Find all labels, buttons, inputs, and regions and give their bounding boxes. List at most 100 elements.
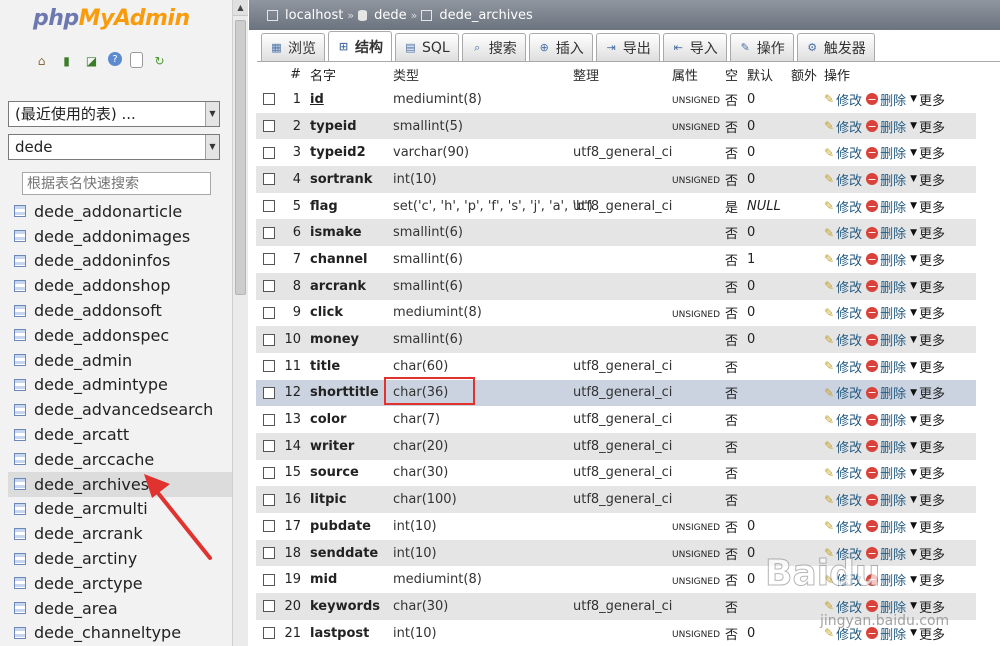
edit-action[interactable]: ✎ 修改 <box>824 330 862 350</box>
edit-action[interactable]: ✎ 修改 <box>824 143 862 163</box>
row-checkbox[interactable] <box>263 547 275 560</box>
row-checkbox[interactable] <box>263 520 275 533</box>
table-list-item[interactable]: dede_arcatt <box>8 422 232 447</box>
more-action[interactable]: ▼ 更多 <box>910 90 945 109</box>
table-list-item[interactable]: dede_area <box>8 596 232 621</box>
table-list-item[interactable]: dede_arccache <box>8 447 232 472</box>
edit-action[interactable]: ✎ 修改 <box>824 90 862 109</box>
edit-action[interactable]: ✎ 修改 <box>824 597 862 616</box>
table-list-item[interactable]: dede_advancedsearch <box>8 397 232 422</box>
edit-action[interactable]: ✎ 修改 <box>824 544 862 563</box>
drop-action[interactable]: − 删除 <box>866 357 906 376</box>
database-select[interactable]: dede ▼ <box>8 134 220 160</box>
edit-action[interactable]: ✎ 修改 <box>824 303 862 323</box>
row-checkbox[interactable] <box>263 226 275 239</box>
row-checkbox[interactable] <box>263 200 275 213</box>
more-action[interactable]: ▼ 更多 <box>910 463 945 482</box>
row-checkbox[interactable] <box>263 440 275 453</box>
tab-import[interactable]: ⇤ 导入 <box>662 33 727 61</box>
tab-wrench[interactable]: ✎ 操作 <box>729 33 794 61</box>
table-list-item[interactable]: dede_admintype <box>8 373 232 398</box>
more-action[interactable]: ▼ 更多 <box>910 517 945 536</box>
more-action[interactable]: ▼ 更多 <box>910 383 945 402</box>
row-checkbox[interactable] <box>263 280 275 293</box>
table-list-item[interactable]: dede_channeltype <box>8 621 232 646</box>
more-action[interactable]: ▼ 更多 <box>910 437 945 456</box>
recent-tables-select[interactable]: (最近使用的表) ... ▼ <box>8 101 220 127</box>
row-checkbox[interactable] <box>263 360 275 373</box>
reload-icon[interactable]: ↻ <box>151 52 168 69</box>
row-checkbox[interactable] <box>263 120 275 133</box>
more-action[interactable]: ▼ 更多 <box>910 597 945 616</box>
edit-action[interactable]: ✎ 修改 <box>824 437 862 456</box>
drop-action[interactable]: − 删除 <box>866 170 906 189</box>
row-checkbox[interactable] <box>263 600 275 613</box>
drop-action[interactable]: − 删除 <box>866 624 906 643</box>
drop-action[interactable]: − 删除 <box>866 517 906 536</box>
breadcrumb-table[interactable]: dede_archives <box>439 8 533 23</box>
drop-action[interactable]: − 删除 <box>866 570 906 589</box>
more-action[interactable]: ▼ 更多 <box>910 490 945 509</box>
drop-action[interactable]: − 删除 <box>866 544 906 563</box>
drop-action[interactable]: − 删除 <box>866 437 906 456</box>
table-list-item[interactable]: dede_arctiny <box>8 546 232 571</box>
more-action[interactable]: ▼ 更多 <box>910 570 945 589</box>
drop-action[interactable]: − 删除 <box>866 410 906 429</box>
row-checkbox[interactable] <box>263 306 275 319</box>
edit-action[interactable]: ✎ 修改 <box>824 170 862 189</box>
row-checkbox[interactable] <box>263 93 275 106</box>
scrollbar-thumb[interactable] <box>235 20 246 295</box>
row-checkbox[interactable] <box>263 493 275 506</box>
edit-action[interactable]: ✎ 修改 <box>824 570 862 590</box>
more-action[interactable]: ▼ 更多 <box>910 223 945 242</box>
tab-structure[interactable]: ⊞ 结构 <box>328 31 392 61</box>
edit-action[interactable]: ✎ 修改 <box>824 277 862 296</box>
drop-action[interactable]: − 删除 <box>866 463 906 482</box>
documentation-icon[interactable] <box>130 52 143 68</box>
more-action[interactable]: ▼ 更多 <box>910 170 945 189</box>
row-checkbox[interactable] <box>263 627 275 640</box>
edit-action[interactable]: ✎ 修改 <box>824 463 862 483</box>
row-checkbox[interactable] <box>263 386 275 399</box>
table-list-item[interactable]: dede_addonimages <box>8 224 232 249</box>
help-icon[interactable]: ? <box>108 52 122 66</box>
edit-action[interactable]: ✎ 修改 <box>824 357 862 376</box>
drop-action[interactable]: − 删除 <box>866 383 906 402</box>
table-list-item[interactable]: dede_arctype <box>8 571 232 596</box>
row-checkbox[interactable] <box>263 573 275 586</box>
tab-export[interactable]: ⇥ 导出 <box>595 33 660 61</box>
tab-browse[interactable]: ▦ 浏览 <box>261 33 325 61</box>
logout-icon[interactable]: ▮ <box>58 52 75 69</box>
row-checkbox[interactable] <box>263 333 275 346</box>
tab-search[interactable]: ⌕ 搜索 <box>461 33 526 61</box>
edit-action[interactable]: ✎ 修改 <box>824 517 862 536</box>
nav-scrollbar[interactable]: ▲ <box>232 0 248 646</box>
drop-action[interactable]: − 删除 <box>866 117 906 136</box>
more-action[interactable]: ▼ 更多 <box>910 303 945 322</box>
more-action[interactable]: ▼ 更多 <box>910 544 945 563</box>
chevron-down-icon[interactable]: ▼ <box>205 102 219 126</box>
more-action[interactable]: ▼ 更多 <box>910 197 945 216</box>
table-list-item[interactable]: dede_arcmulti <box>8 497 232 522</box>
drop-action[interactable]: − 删除 <box>866 277 906 296</box>
row-checkbox[interactable] <box>263 253 275 266</box>
edit-action[interactable]: ✎ 修改 <box>824 197 862 216</box>
chevron-down-icon[interactable]: ▼ <box>205 135 219 159</box>
edit-action[interactable]: ✎ 修改 <box>824 624 862 643</box>
more-action[interactable]: ▼ 更多 <box>910 117 945 136</box>
row-checkbox[interactable] <box>263 466 275 479</box>
table-list-item[interactable]: dede_addonarticle <box>8 199 232 224</box>
table-list-item[interactable]: dede_addonshop <box>8 273 232 298</box>
edit-action[interactable]: ✎ 修改 <box>824 410 862 430</box>
drop-action[interactable]: − 删除 <box>866 143 906 162</box>
breadcrumb-database[interactable]: dede <box>374 8 407 23</box>
table-list-item[interactable]: dede_addonspec <box>8 323 232 348</box>
more-action[interactable]: ▼ 更多 <box>910 277 945 296</box>
home-icon[interactable]: ⌂ <box>33 52 50 69</box>
more-action[interactable]: ▼ 更多 <box>910 410 945 429</box>
drop-action[interactable]: − 删除 <box>866 597 906 616</box>
edit-action[interactable]: ✎ 修改 <box>824 383 862 403</box>
table-list-item[interactable]: dede_addonsoft <box>8 298 232 323</box>
more-action[interactable]: ▼ 更多 <box>910 143 945 162</box>
edit-action[interactable]: ✎ 修改 <box>824 223 862 243</box>
